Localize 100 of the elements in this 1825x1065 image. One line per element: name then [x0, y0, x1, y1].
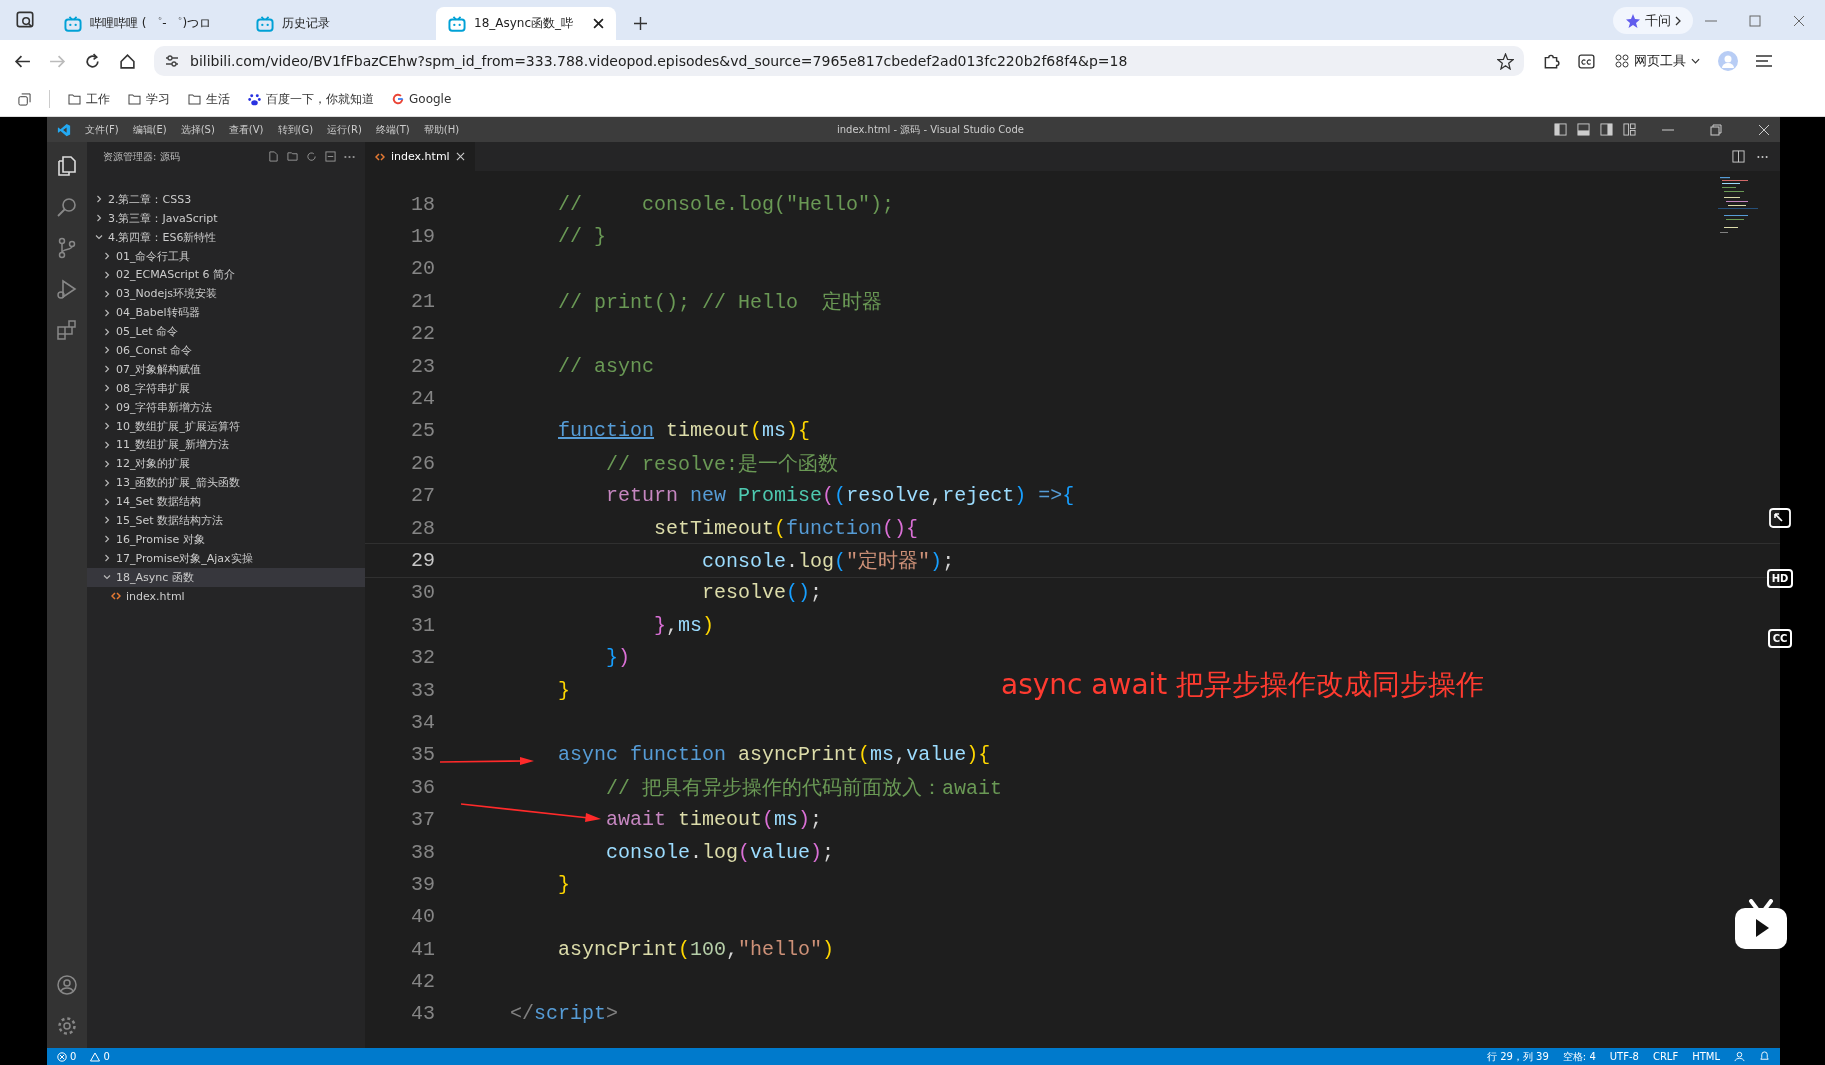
status-item[interactable]: UTF-8: [1609, 1051, 1639, 1062]
tree-item[interactable]: 04_Babel转码器: [87, 303, 365, 323]
code-line: // }: [558, 225, 607, 249]
tree-item[interactable]: 01_命令行工具: [87, 246, 365, 266]
layout-icon[interactable]: [1600, 123, 1613, 136]
menu-item[interactable]: 查看(V): [228, 122, 264, 137]
star-logo-icon: [1625, 12, 1641, 29]
editor-tab[interactable]: index.html: [365, 142, 475, 171]
code-line: async function asyncPrint(ms,value){: [558, 743, 991, 767]
bookmark-link[interactable]: 百度一下，你就知道: [248, 90, 374, 108]
tree-item[interactable]: index.html: [87, 586, 365, 606]
menu-item[interactable]: 编辑(E): [132, 122, 167, 137]
status-item[interactable]: CRLF: [1652, 1051, 1679, 1062]
menu-item[interactable]: 运行(R): [327, 122, 362, 137]
address-bar[interactable]: bilibili.com/video/BV1fFbazCEhw?spm_id_from=333.788.videopod.episodes&vd_source=7965e817cbedef2ad013fc220b2f68f4&p=18: [154, 46, 1524, 76]
code-line: function timeout(ms){: [558, 419, 811, 443]
puzzle-icon[interactable]: [1542, 52, 1560, 70]
tree-item[interactable]: 11_数组扩展_新增方法: [87, 435, 365, 455]
run-debug-icon[interactable]: [55, 277, 79, 301]
menu-item[interactable]: 帮助(H): [423, 122, 460, 137]
code-line: // console.log("Hello");: [558, 192, 895, 216]
line-number: 26: [410, 451, 435, 475]
files-icon[interactable]: [55, 154, 79, 178]
browser-tab[interactable]: 哔哩哔哩 ( ゜- ゜)つロ: [52, 7, 242, 40]
tree-item[interactable]: 17_Promise对象_Ajax实操: [87, 548, 365, 568]
tree-item[interactable]: 06_Const 命令: [87, 341, 365, 360]
new-folder-icon[interactable]: [287, 151, 298, 162]
bookmark-link[interactable]: 学习: [128, 90, 170, 108]
tree-item[interactable]: 07_对象解构赋值: [87, 359, 365, 379]
tree-item[interactable]: 2.第二章：CSS3: [87, 189, 365, 209]
menu-item[interactable]: 文件(F): [85, 122, 119, 137]
refresh-icon[interactable]: [306, 151, 317, 162]
code-line: await timeout(ms);: [606, 808, 823, 832]
tree-item[interactable]: 14_Set 数据结构: [87, 492, 365, 512]
code-file-icon: [375, 152, 385, 161]
line-number: 24: [410, 387, 435, 411]
status-item[interactable]: 0: [57, 1051, 77, 1062]
tree-item[interactable]: 4.第四章：ES6新特性: [87, 227, 365, 247]
status-item[interactable]: 0: [90, 1051, 110, 1062]
code-line: }): [606, 646, 631, 670]
tree-item[interactable]: 08_字符串扩展: [87, 378, 365, 398]
bell-icon[interactable]: [1759, 1051, 1770, 1062]
search-icon[interactable]: [55, 195, 79, 219]
site-settings-icon[interactable]: [164, 53, 180, 69]
bookmark-link[interactable]: Google: [392, 92, 452, 106]
new-file-icon[interactable]: [268, 151, 279, 162]
collapse-icon[interactable]: [325, 151, 336, 162]
tv-play-icon[interactable]: [1733, 899, 1789, 951]
account-icon[interactable]: [55, 973, 79, 997]
close-icon[interactable]: [593, 18, 604, 29]
line-number: 22: [410, 322, 435, 346]
menu-item[interactable]: 转到(G): [277, 122, 314, 137]
restore-icon[interactable]: [1710, 123, 1722, 136]
menu-item[interactable]: 终端(T): [375, 122, 410, 137]
tree-item[interactable]: 03_Nodejs环境安装: [87, 284, 365, 304]
maximize-icon[interactable]: [1749, 15, 1761, 27]
code-line: // print(); // Hello 定时器: [558, 289, 883, 315]
bookmark-link[interactable]: 工作: [68, 90, 110, 108]
new-tab-icon[interactable]: [634, 17, 647, 30]
bookmark-link[interactable]: 生活: [188, 90, 230, 108]
tree-item[interactable]: 09_字符串新增方法: [87, 397, 365, 417]
feedback-icon[interactable]: [1734, 1051, 1745, 1062]
tree-item[interactable]: 05_Let 命令: [87, 322, 365, 341]
menu-item[interactable]: 选择(S): [180, 122, 215, 137]
layout-icon[interactable]: [1554, 123, 1567, 136]
window-title: index.html - 源码 - Visual Studio Code: [837, 122, 1024, 137]
tree-item[interactable]: 3.第三章：JavaScript: [87, 208, 365, 228]
code-line: asyncPrint(100,"hello"): [558, 937, 835, 961]
tab-groups-icon[interactable]: [18, 92, 31, 106]
customize-layout-icon[interactable]: [1623, 123, 1636, 136]
menu-icon[interactable]: [1756, 54, 1772, 68]
status-item[interactable]: HTML: [1692, 1051, 1720, 1062]
web-tools-button[interactable]: 网页工具: [1615, 52, 1700, 70]
status-item[interactable]: 空格: 4: [1562, 1049, 1596, 1064]
reload-icon[interactable]: [84, 52, 101, 70]
qianwen-button[interactable]: 千问: [1613, 7, 1693, 34]
tree-item[interactable]: 16_Promise 对象: [87, 529, 365, 549]
browser-tab[interactable]: 18_Async函数_哔: [436, 7, 616, 40]
home-icon[interactable]: [119, 52, 136, 70]
tree-item[interactable]: 13_函数的扩展_箭头函数: [87, 473, 365, 493]
settings-icon[interactable]: [55, 1014, 79, 1038]
layout-icon[interactable]: [1577, 123, 1590, 136]
caption-icon[interactable]: [1578, 52, 1597, 70]
tree-item[interactable]: 15_Set 数据结构方法: [87, 511, 365, 530]
tree-item[interactable]: 02_ECMAScript 6 简介: [87, 265, 365, 285]
tv-icon: [256, 15, 274, 32]
line-number: 37: [410, 808, 435, 832]
code-line: </script>: [510, 1002, 619, 1026]
tree-item[interactable]: 12_对象的扩展: [87, 454, 365, 474]
status-item[interactable]: 行 29，列 39: [1487, 1049, 1549, 1064]
split-editor-icon[interactable]: [1732, 150, 1745, 163]
extensions-icon[interactable]: [55, 318, 79, 342]
code-line: console.log("定时器");: [702, 549, 955, 574]
tree-item[interactable]: 10_数组扩展_扩展运算符: [87, 416, 365, 436]
more-icon[interactable]: [344, 154, 355, 159]
bookmark-star-icon[interactable]: [1497, 52, 1514, 70]
line-number: 20: [410, 257, 435, 281]
more-icon[interactable]: [1757, 154, 1768, 159]
browser-tab[interactable]: 历史记录: [244, 7, 434, 40]
tree-item[interactable]: 18_Async 函数: [87, 567, 365, 587]
